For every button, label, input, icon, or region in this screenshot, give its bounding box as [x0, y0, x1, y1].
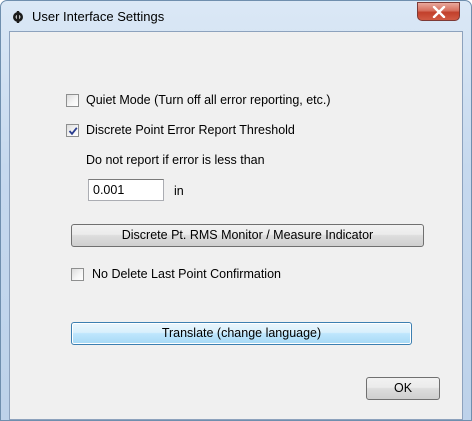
discrete-threshold-checkbox[interactable] — [66, 124, 79, 137]
translate-button[interactable]: Translate (change language) — [71, 322, 412, 345]
no-delete-confirmation-checkbox[interactable] — [71, 268, 84, 281]
threshold-description: Do not report if error is less than — [86, 153, 265, 167]
window-title: User Interface Settings — [32, 9, 165, 24]
title-bar[interactable]: User Interface Settings — [1, 1, 471, 31]
app-logo-icon — [12, 10, 24, 23]
no-delete-confirmation-label[interactable]: No Delete Last Point Confirmation — [92, 267, 281, 281]
close-icon — [432, 6, 446, 18]
settings-dialog-window: User Interface Settings Quiet Mode (Turn… — [0, 0, 472, 421]
checkmark-icon — [68, 127, 78, 136]
quiet-mode-checkbox[interactable] — [66, 94, 79, 107]
dialog-content: Quiet Mode (Turn off all error reporting… — [9, 31, 463, 420]
ok-button[interactable]: OK — [366, 377, 440, 400]
close-button[interactable] — [417, 2, 460, 21]
rms-monitor-button[interactable]: Discrete Pt. RMS Monitor / Measure Indic… — [71, 224, 424, 247]
threshold-value-input[interactable]: 0.001 — [88, 179, 164, 201]
threshold-unit-label: in — [174, 184, 184, 198]
discrete-threshold-label[interactable]: Discrete Point Error Report Threshold — [86, 123, 295, 137]
quiet-mode-label[interactable]: Quiet Mode (Turn off all error reporting… — [86, 93, 331, 107]
